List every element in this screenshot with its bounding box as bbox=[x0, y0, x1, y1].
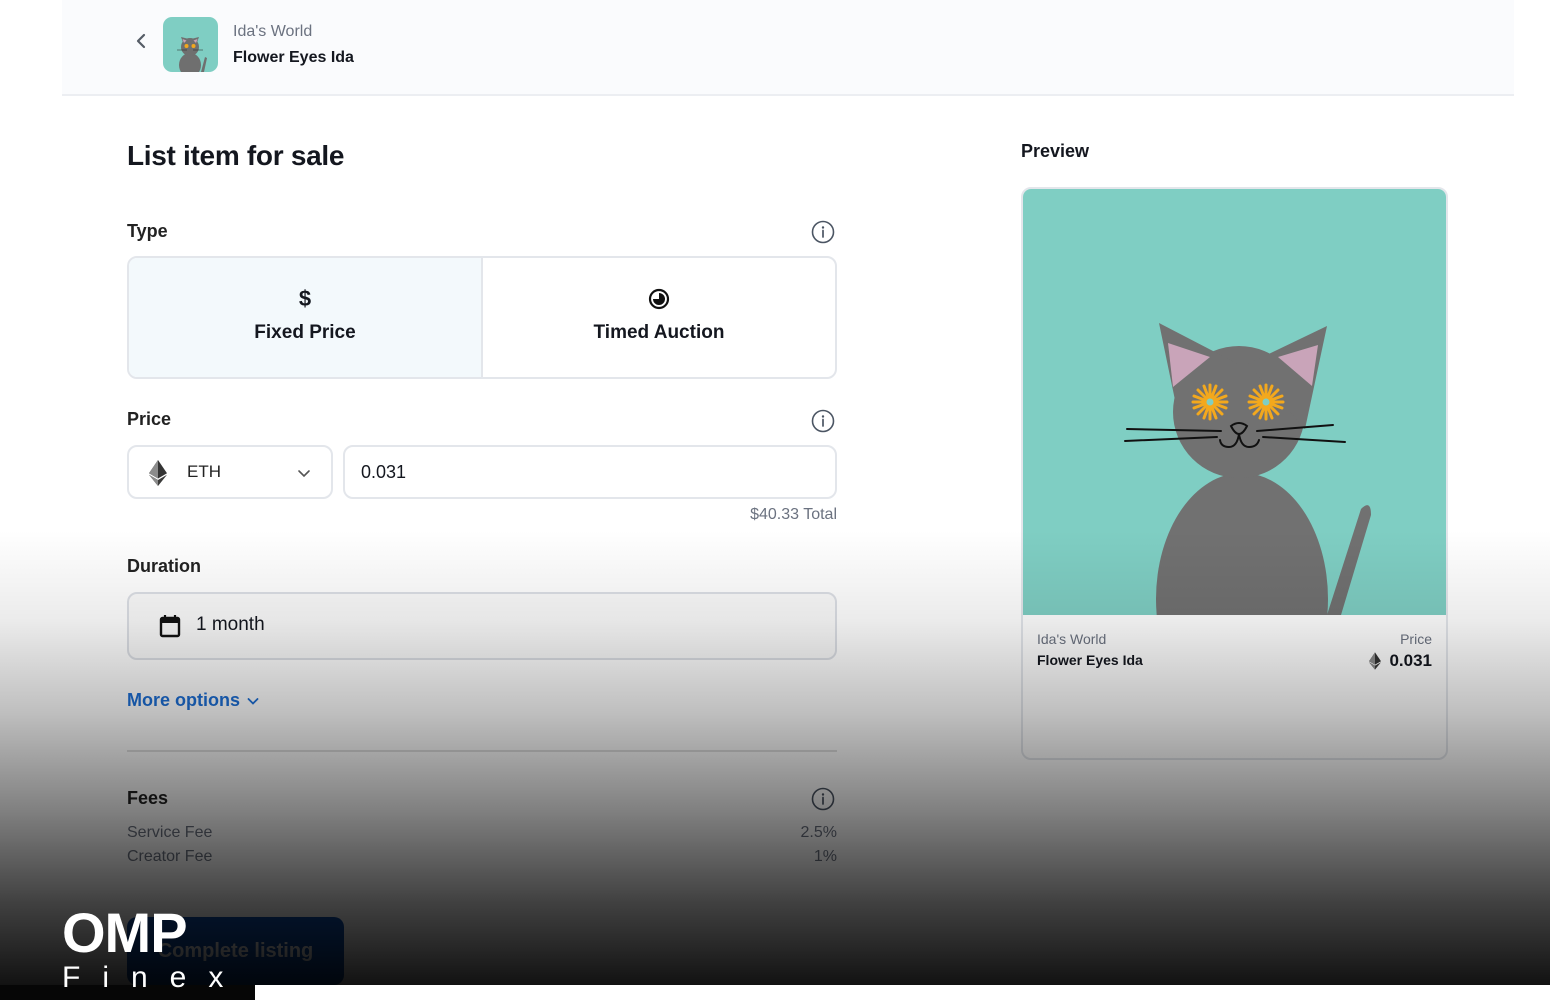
preview-label: Preview bbox=[1021, 141, 1090, 161]
timed-auction-option[interactable]: Timed Auction bbox=[483, 258, 835, 377]
currency-select[interactable]: ETH bbox=[127, 445, 333, 499]
timed-auction-label: Timed Auction bbox=[593, 322, 725, 343]
duration-select[interactable]: 1 month bbox=[127, 592, 837, 660]
info-icon[interactable] bbox=[811, 787, 835, 811]
fee-name: Creator Fee bbox=[127, 848, 213, 865]
duration-value: 1 month bbox=[196, 614, 265, 635]
section-divider bbox=[127, 750, 837, 752]
fixed-price-option[interactable]: $ Fixed Price bbox=[129, 258, 483, 377]
page-title: List item for sale bbox=[127, 140, 345, 171]
info-icon[interactable] bbox=[811, 220, 835, 244]
preview-collection: Ida's World bbox=[1037, 631, 1107, 647]
item-header: Ida's World Flower Eyes Ida bbox=[62, 0, 1514, 96]
ethereum-icon bbox=[1369, 652, 1382, 670]
watermark-logo: OMP Finex bbox=[62, 905, 245, 993]
item-title: Flower Eyes Ida bbox=[233, 49, 354, 66]
artwork-image bbox=[1023, 189, 1446, 725]
preview-card[interactable]: Ida's World Flower Eyes Ida Price 0.031 bbox=[1021, 187, 1448, 760]
flower-eye-right bbox=[1247, 383, 1285, 421]
dollar-icon: $ bbox=[298, 286, 312, 311]
info-icon[interactable] bbox=[811, 409, 835, 433]
price-input[interactable] bbox=[343, 445, 837, 499]
fee-row: Creator Fee 1% bbox=[127, 848, 837, 866]
preview-price: 0.031 bbox=[1369, 651, 1432, 671]
ethereum-icon bbox=[149, 460, 167, 486]
chevron-left-icon bbox=[136, 33, 146, 49]
timer-icon bbox=[648, 288, 670, 310]
currency-label: ETH bbox=[187, 462, 221, 481]
fees-label: Fees bbox=[127, 788, 169, 808]
collection-name[interactable]: Ida's World bbox=[233, 23, 312, 41]
back-button[interactable] bbox=[132, 30, 152, 52]
more-options-label: More options bbox=[127, 690, 240, 710]
fee-value: 1% bbox=[813, 848, 837, 865]
fixed-price-label: Fixed Price bbox=[254, 322, 356, 343]
chevron-down-icon bbox=[298, 470, 310, 478]
flower-eye-left bbox=[1191, 383, 1229, 421]
more-options-link[interactable]: More options bbox=[127, 690, 260, 711]
type-label: Type bbox=[127, 221, 168, 241]
listing-type-selector: $ Fixed Price Timed Auction bbox=[127, 256, 837, 379]
preview-price-value: 0.031 bbox=[1389, 651, 1432, 670]
price-total: $40.33 Total bbox=[750, 506, 837, 523]
item-thumbnail bbox=[163, 17, 218, 72]
price-label: Price bbox=[127, 409, 172, 429]
fee-value: 2.5% bbox=[800, 824, 837, 841]
chevron-down-icon bbox=[247, 697, 259, 705]
preview-price-label: Price bbox=[1400, 631, 1432, 647]
preview-title: Flower Eyes Ida bbox=[1037, 652, 1143, 668]
duration-label: Duration bbox=[127, 556, 201, 576]
watermark-line2: Finex bbox=[62, 961, 246, 994]
fee-row: Service Fee 2.5% bbox=[127, 824, 837, 842]
watermark-line1: OMP bbox=[62, 901, 188, 964]
fee-name: Service Fee bbox=[127, 824, 213, 841]
calendar-icon bbox=[159, 615, 181, 638]
bottom-strip bbox=[255, 985, 1550, 1000]
